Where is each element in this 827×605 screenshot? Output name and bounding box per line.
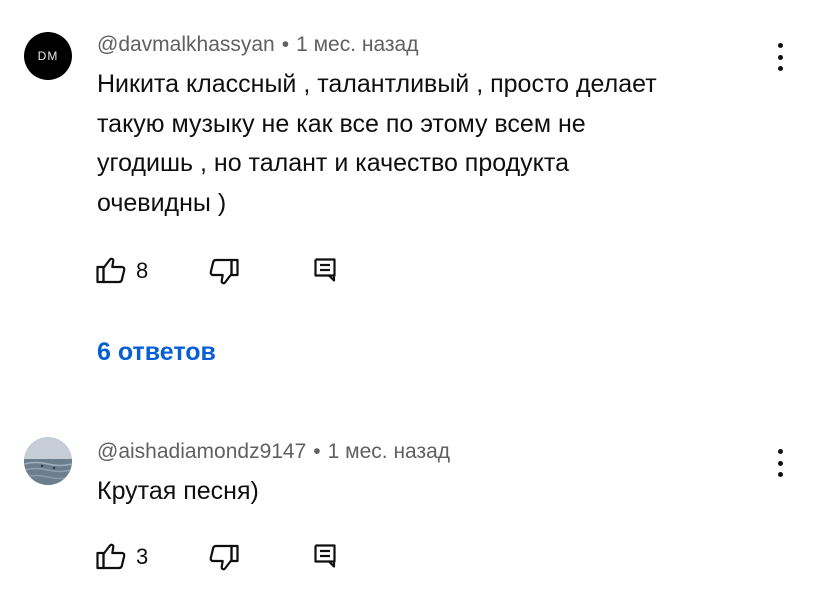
comment-line: Никита классный , талантливый , просто д…: [97, 70, 657, 98]
comment-timestamp[interactable]: 1 мес. назад: [328, 440, 450, 463]
comment-thread-1: DM @davmalkhassyan • 1 мес. назад Никита к…: [0, 0, 827, 400]
more-vertical-icon: [777, 449, 783, 454]
like-count: 3: [136, 544, 149, 569]
thumb-up-icon: [96, 543, 126, 570]
avatar[interactable]: DM: [24, 32, 72, 80]
reply-button[interactable]: [314, 258, 336, 282]
comment-text: Никита классный , талантливый , просто д…: [97, 65, 657, 223]
comment-thread-2: @aishadiamondz9147 • 1 мес. назад Крутая п…: [0, 400, 827, 605]
reply-icon: [314, 258, 336, 282]
comment-timestamp[interactable]: 1 мес. назад: [296, 33, 418, 56]
author-name[interactable]: @davmalkhassyan: [97, 33, 275, 56]
view-replies-button[interactable]: 6 ответов: [97, 338, 216, 367]
reply-button[interactable]: [314, 544, 336, 568]
more-vertical-icon-dot: [777, 460, 783, 466]
more-vertical-icon-dot: [777, 54, 783, 60]
more-vertical-icon-dot: [777, 66, 783, 71]
like-button[interactable]: [96, 256, 128, 286]
dislike-button[interactable]: [209, 544, 241, 574]
comment-line: угодишь , но талант и качество продукта: [97, 149, 569, 177]
thumb-up-icon: [96, 257, 126, 284]
thumb-down-icon: [209, 258, 239, 285]
comment-line: такую музыку не как все по этому всем не: [97, 109, 586, 138]
author-name[interactable]: @aishadiamondz9147: [97, 440, 306, 463]
like-button[interactable]: [96, 542, 128, 572]
avatar-image: [24, 437, 72, 485]
comment-line: Крутая песня): [97, 477, 259, 505]
meta-separator: •: [281, 33, 290, 56]
dislike-button[interactable]: [209, 258, 241, 288]
meta-separator: •: [313, 440, 321, 463]
reply-icon: [314, 544, 336, 568]
comment-text: Крутая песня): [97, 472, 259, 512]
like-count: 8: [136, 258, 149, 283]
more-vertical-icon-dot: [777, 472, 783, 477]
avatar[interactable]: [24, 437, 72, 485]
avatar-initials: DM: [37, 49, 59, 63]
more-actions-button[interactable]: [770, 43, 790, 71]
thumb-down-icon: [209, 544, 239, 571]
more-actions-button[interactable]: [770, 449, 790, 477]
more-vertical-icon: [777, 43, 783, 48]
comment-header: @aishadiamondz9147 • 1 мес. назад: [97, 440, 450, 464]
comment-header: @davmalkhassyan • 1 мес. назад: [97, 33, 419, 57]
comment-line: очевидны ): [97, 188, 227, 217]
